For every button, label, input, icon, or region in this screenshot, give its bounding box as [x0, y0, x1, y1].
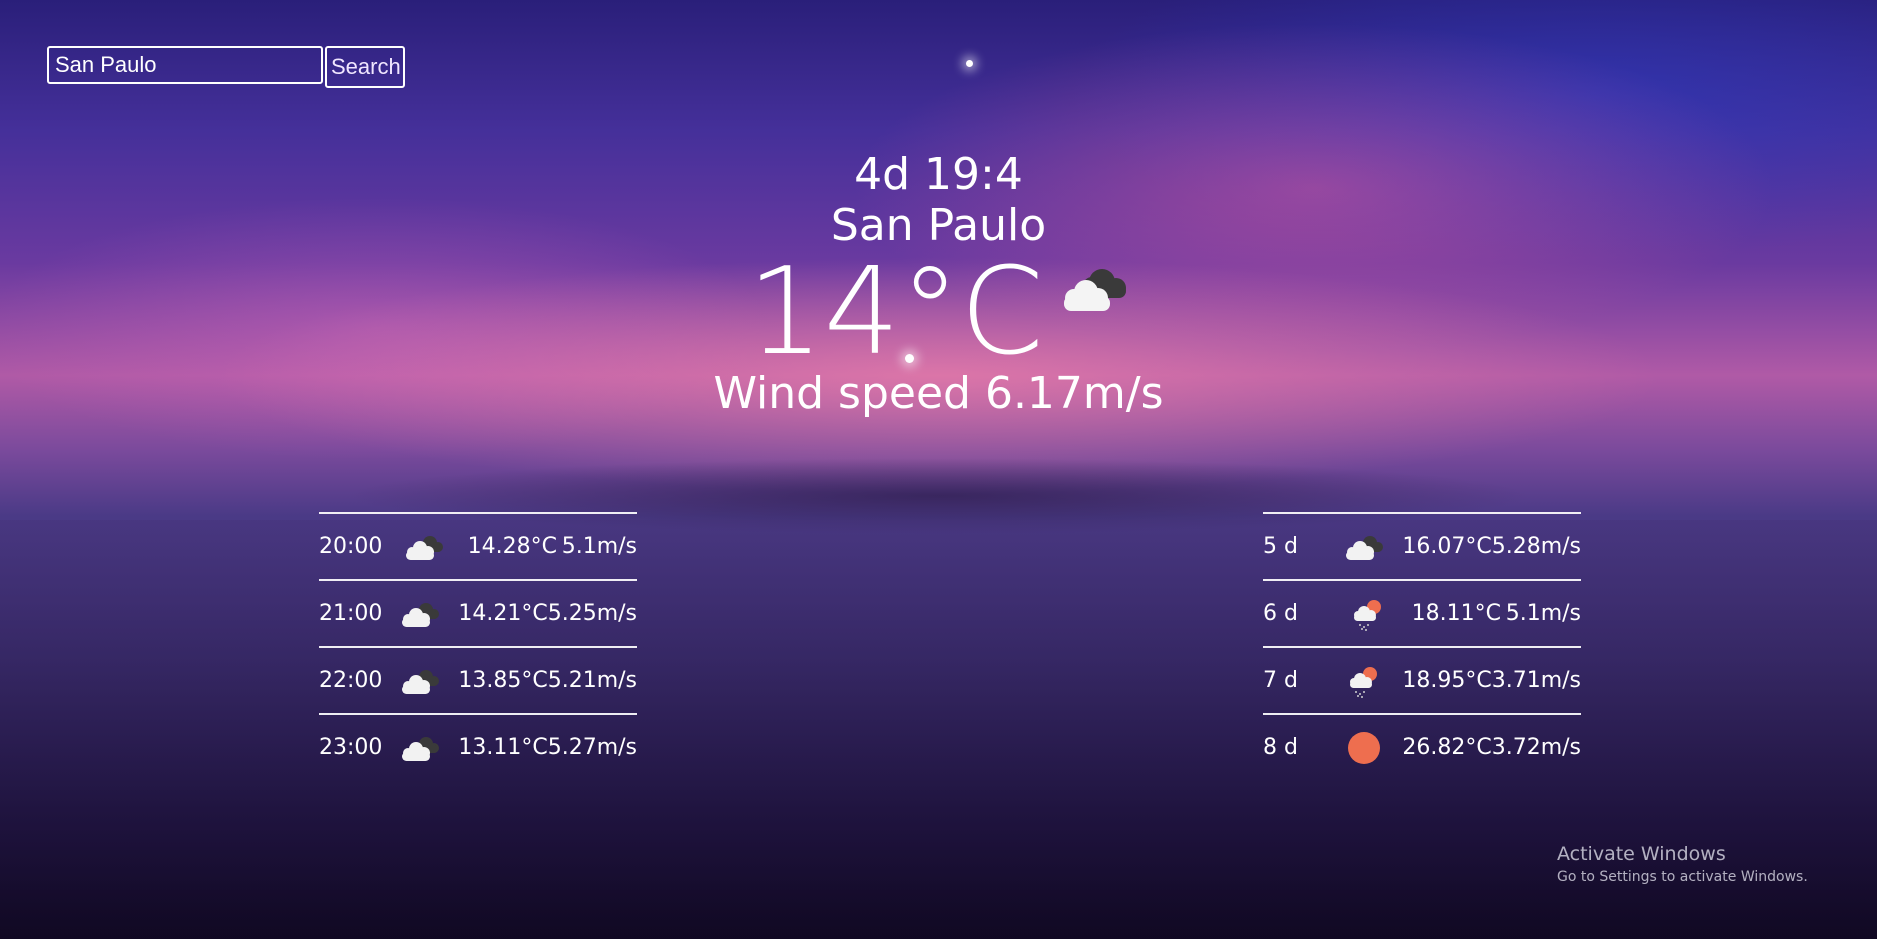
watermark-title: Activate Windows — [1557, 843, 1726, 865]
list-item: 8 d 26.82°C 3.72m/s — [1263, 713, 1581, 780]
current-date: 4d 19:4 — [854, 149, 1023, 200]
day-label: 6 d — [1263, 601, 1298, 626]
day-label: 7 d — [1263, 668, 1298, 693]
hourly-forecast: 20:00 14.28°C 5.1m/s 21:00 14.21°C 5.25m… — [319, 512, 637, 780]
current-wind: Wind speed 6.17m/s — [713, 368, 1164, 419]
day-label: 8 d — [1263, 735, 1298, 760]
hour-label: 21:00 — [319, 601, 383, 626]
dark-cloud-icon — [390, 666, 450, 696]
day-wind: 3.71m/s — [1491, 668, 1581, 693]
hour-temperature: 14.21°C — [458, 601, 548, 626]
current-temperature: 14°C — [747, 243, 1044, 382]
current-weather: 4d 19:4 San Paulo 14°C Wind speed 6.17m/… — [0, 150, 1877, 420]
list-item: 21:00 14.21°C 5.25m/s — [319, 579, 637, 646]
dark-cloud-icon — [1058, 262, 1130, 318]
sun-icon — [1334, 730, 1394, 766]
search-button[interactable]: Search — [325, 46, 405, 88]
hour-wind: 5.27m/s — [547, 735, 637, 760]
dark-cloud-icon — [1334, 532, 1394, 562]
hour-temperature: 13.11°C — [458, 735, 548, 760]
sun-cloud-rain-icon — [1337, 597, 1399, 631]
search-form: Search — [47, 46, 405, 88]
watermark-subtitle: Go to Settings to activate Windows. — [1557, 869, 1808, 885]
day-temperature: 18.95°C — [1402, 668, 1492, 693]
dark-cloud-icon — [393, 532, 455, 562]
star — [966, 60, 973, 67]
day-label: 5 d — [1263, 534, 1298, 559]
hour-label: 23:00 — [319, 735, 383, 760]
day-temperature: 18.11°C — [1411, 601, 1501, 626]
hour-wind: 5.21m/s — [547, 668, 637, 693]
day-wind: 3.72m/s — [1491, 735, 1581, 760]
dark-cloud-icon — [390, 733, 450, 763]
list-item: 20:00 14.28°C 5.1m/s — [319, 512, 637, 579]
daily-forecast: 5 d 16.07°C 5.28m/s 6 d 18.11°C 5.1m/s 7… — [1263, 512, 1581, 780]
day-wind: 5.28m/s — [1491, 534, 1581, 559]
hour-label: 22:00 — [319, 668, 383, 693]
list-item: 7 d 18.95°C 3.71m/s — [1263, 646, 1581, 713]
list-item: 5 d 16.07°C 5.28m/s — [1263, 512, 1581, 579]
day-temperature: 16.07°C — [1402, 534, 1492, 559]
list-item: 23:00 13.11°C 5.27m/s — [319, 713, 637, 780]
list-item: 22:00 13.85°C 5.21m/s — [319, 646, 637, 713]
activate-windows-watermark: Activate Windows Go to Settings to activ… — [1557, 843, 1808, 885]
sun-cloud-rain-icon — [1334, 664, 1394, 698]
day-temperature: 26.82°C — [1402, 735, 1492, 760]
hour-temperature: 14.28°C — [467, 534, 557, 559]
search-input[interactable] — [47, 46, 323, 84]
dark-cloud-icon — [390, 599, 450, 629]
day-wind: 5.1m/s — [1505, 601, 1581, 626]
hour-label: 20:00 — [319, 534, 383, 559]
hour-wind: 5.1m/s — [561, 534, 637, 559]
list-item: 6 d 18.11°C 5.1m/s — [1263, 579, 1581, 646]
hour-wind: 5.25m/s — [547, 601, 637, 626]
hour-temperature: 13.85°C — [458, 668, 548, 693]
